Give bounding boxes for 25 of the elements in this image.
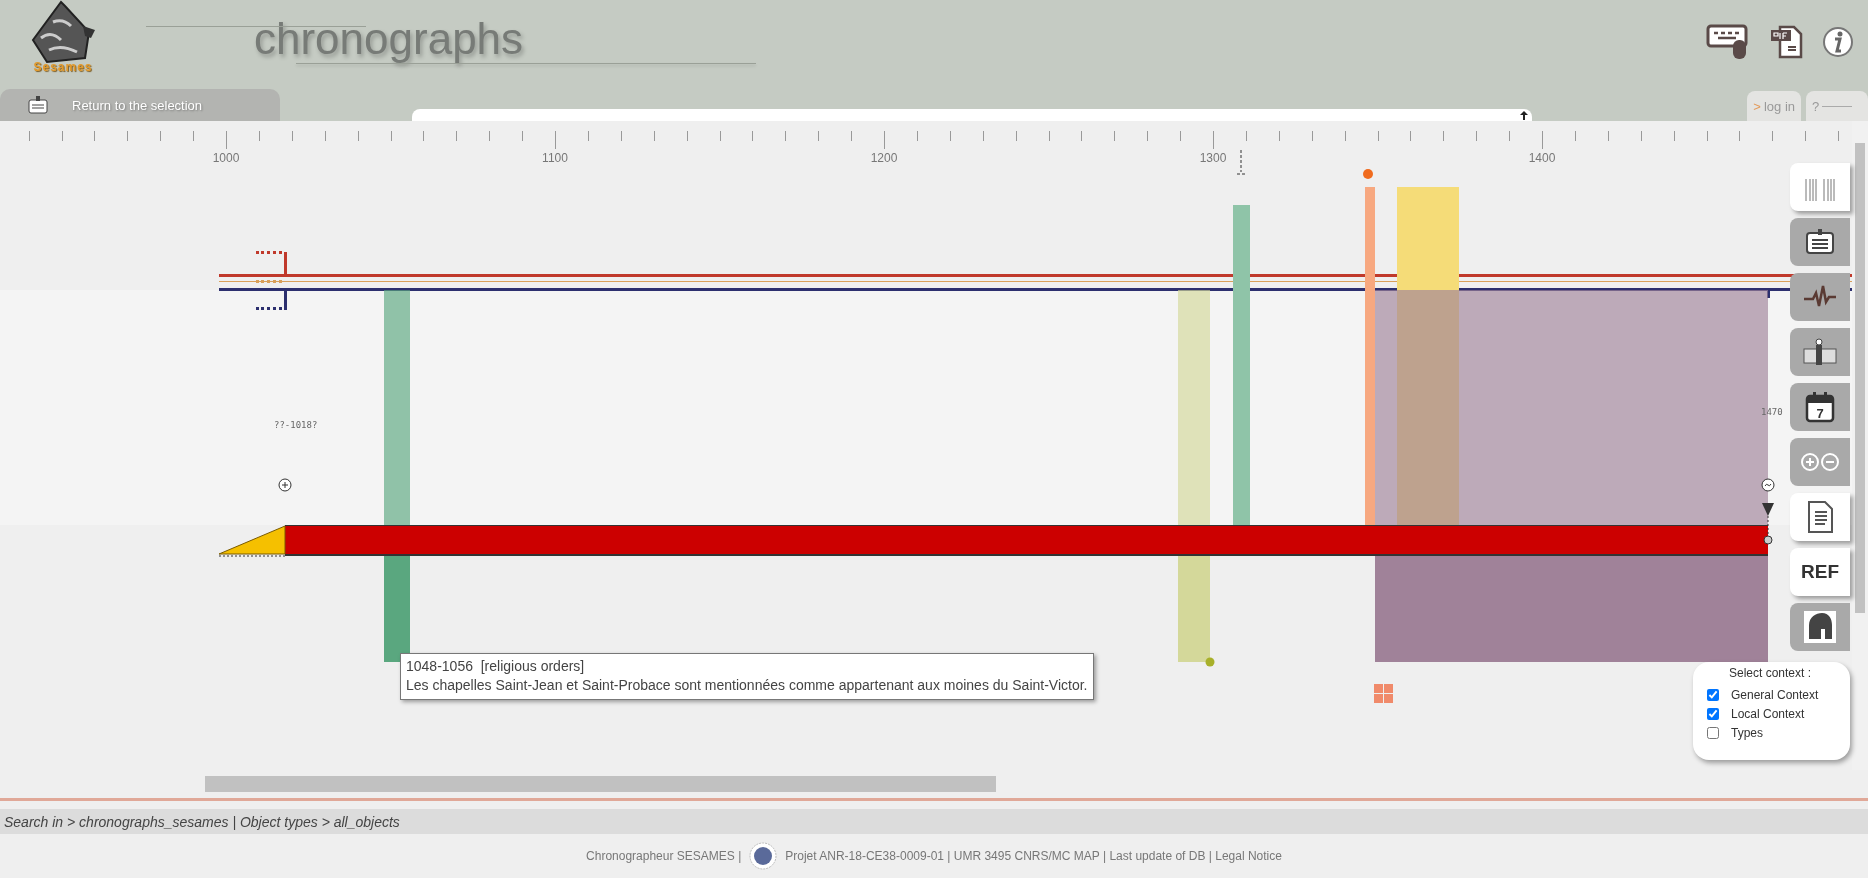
ref-label: REF [1801, 561, 1839, 583]
help-tab[interactable]: ? [1806, 91, 1868, 121]
search-path: Search in > chronographs_sesames | Object types > all_objects [4, 813, 400, 830]
calendar-icon: 7 [1805, 391, 1835, 423]
end-date-label: 1470 [1761, 407, 1783, 417]
year-label: 1200 [870, 151, 898, 165]
start-date-label: ??-1018? [274, 420, 318, 430]
tooltip-heading: 1048-1056 [religious orders] [406, 657, 586, 676]
footer-text: Chronographeur SESAMES | [586, 849, 742, 863]
year-label: 1300 [1199, 151, 1227, 165]
context-option-label: Local Context [1731, 706, 1805, 721]
logo-text: Sesames [33, 60, 93, 74]
context-option-label: Types [1731, 725, 1763, 740]
return-to-selection-tab[interactable]: Return to the selection [0, 89, 280, 121]
footer-text: Projet ANR-18-CE38-0009-01 | UMR 3495 CNRS/MC MAP | Last update of DB | Legal Notice [785, 849, 1282, 863]
context-title: Select context : [1729, 666, 1813, 680]
year-label: 1100 [542, 151, 568, 165]
page-title: chronographs [254, 14, 524, 64]
tooltip-text: Les chapelles Saint-Jean et Saint-Probace sont mentionnées comme appartenant aux moines du Saint-Victor. [406, 676, 1088, 695]
year-label: 1400 [1528, 151, 1556, 165]
login-tab[interactable]: > log in [1747, 91, 1801, 121]
context-option-label: General Context [1731, 687, 1819, 702]
year-label: 1000 [212, 151, 240, 165]
tool-button[interactable]: 7 [1790, 383, 1850, 431]
tool-button[interactable]: REF [1790, 548, 1850, 596]
